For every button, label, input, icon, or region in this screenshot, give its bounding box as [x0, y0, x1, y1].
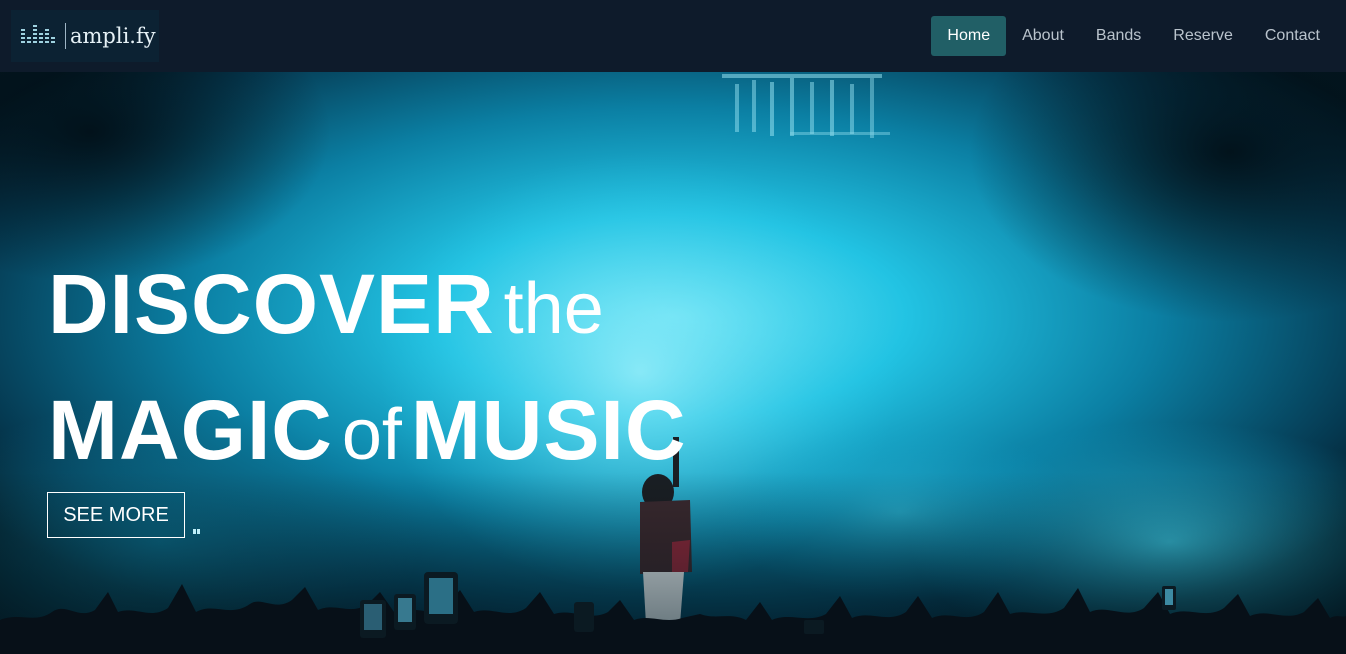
- top-navbar: ampli.fy Home About Bands Reserve Contac…: [0, 0, 1346, 72]
- headline-word-music: MUSIC: [410, 383, 687, 477]
- nav-bands[interactable]: Bands: [1080, 16, 1157, 56]
- quote-mark-icon: [193, 529, 200, 534]
- see-more-button[interactable]: SEE MORE: [47, 492, 185, 538]
- headline-word-discover: DISCOVER: [48, 257, 495, 351]
- brand-name: ampli.fy: [70, 24, 156, 48]
- headline-word-the: the: [503, 269, 604, 349]
- hero-section: DISCOVER the MAGIC of MUSIC SEE MORE: [0, 72, 1346, 654]
- brand-logo[interactable]: ampli.fy: [11, 10, 159, 62]
- nav-contact[interactable]: Contact: [1249, 16, 1336, 56]
- headline-word-of: of: [341, 395, 402, 475]
- headline-word-magic: MAGIC: [48, 383, 333, 477]
- logo-divider: [65, 23, 66, 49]
- equalizer-icon: [21, 25, 55, 43]
- page: ampli.fy Home About Bands Reserve Contac…: [0, 0, 1346, 654]
- nav-about[interactable]: About: [1006, 16, 1080, 56]
- main-nav: Home About Bands Reserve Contact: [931, 16, 1336, 56]
- hero-headline: DISCOVER the MAGIC of MUSIC: [48, 250, 686, 502]
- headline-line-1: DISCOVER the: [48, 250, 686, 376]
- headline-line-2: MAGIC of MUSIC: [48, 376, 686, 502]
- nav-home[interactable]: Home: [931, 16, 1007, 56]
- nav-reserve[interactable]: Reserve: [1157, 16, 1249, 56]
